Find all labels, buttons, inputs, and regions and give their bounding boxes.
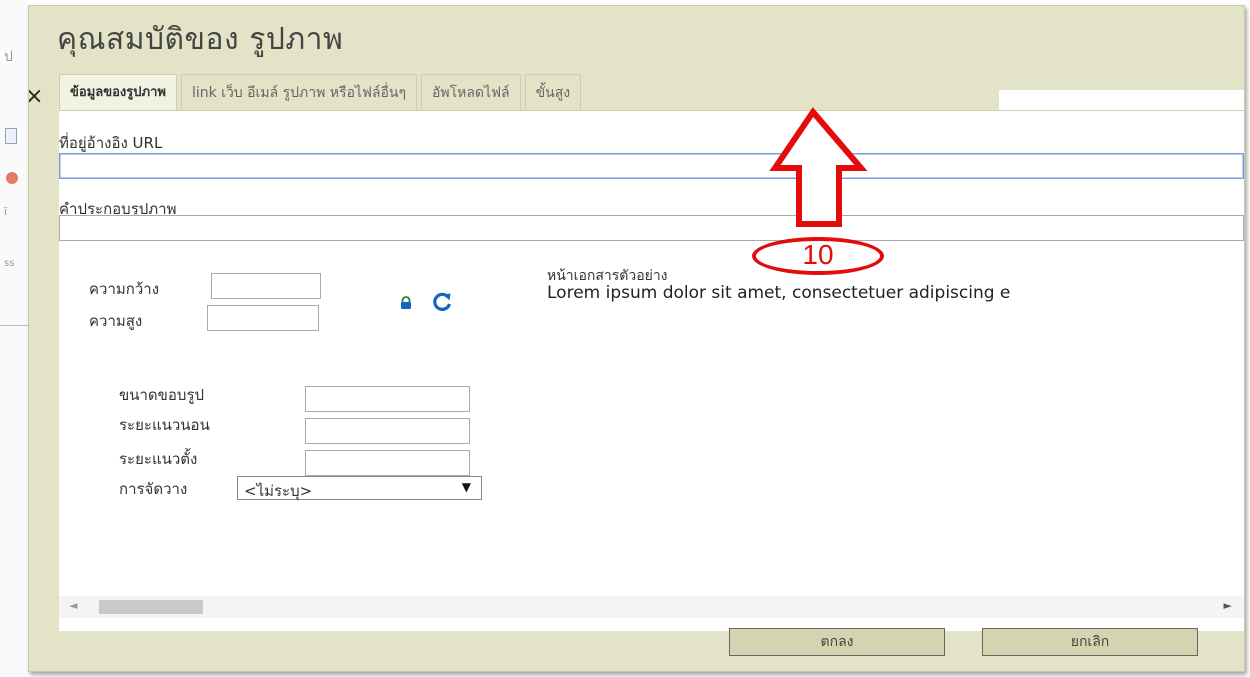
hspace-label: ระยะแนวนอน: [119, 416, 210, 434]
background-page: ป ss ï: [0, 0, 28, 677]
scroll-left-icon[interactable]: ◄: [69, 599, 77, 612]
horizontal-scrollbar[interactable]: ◄ ►: [59, 596, 1244, 618]
width-label: ความกว้าง: [89, 280, 160, 298]
annotation-step-marker: 10: [752, 237, 884, 275]
ok-button[interactable]: ตกลง: [729, 628, 945, 656]
border-label: ขนาดขอบรูป: [119, 386, 205, 404]
tab-panel-image-info: ที่อยู่อ้างอิง URL คำประกอบรูปภาพ ความกว…: [59, 110, 1244, 631]
refresh-icon[interactable]: [431, 291, 453, 313]
height-input[interactable]: [207, 305, 319, 331]
tab-upload[interactable]: อัพโหลดไฟล์: [420, 74, 521, 111]
tab-advanced[interactable]: ขั้นสูง: [524, 74, 582, 111]
align-select-value: <ไม่ระบุ>: [244, 482, 313, 500]
background-divider: [0, 325, 28, 326]
scroll-right-icon[interactable]: ►: [1224, 599, 1232, 612]
background-fragment: ป: [4, 49, 13, 65]
vspace-label: ระยะแนวตั้ง: [119, 450, 198, 468]
align-label: การจัดวาง: [119, 480, 188, 498]
border-input[interactable]: [305, 386, 470, 412]
url-label: ที่อยู่อ้างอิง URL: [59, 134, 163, 152]
height-label: ความสูง: [89, 312, 143, 330]
alt-text-input[interactable]: [59, 215, 1244, 241]
cancel-button[interactable]: ยกเลิก: [982, 628, 1198, 656]
close-icon[interactable]: ×: [29, 86, 47, 108]
image-artifact: [918, 303, 976, 329]
background-fragment: ï: [4, 205, 8, 218]
annotation-arrow-icon: [769, 107, 868, 227]
scroll-thumb[interactable]: [99, 600, 203, 614]
lock-icon[interactable]: [399, 296, 413, 310]
vspace-input[interactable]: [305, 450, 470, 476]
chevron-down-icon: ▼: [461, 480, 471, 494]
document-icon: [5, 128, 17, 144]
width-input[interactable]: [211, 273, 321, 299]
tab-link[interactable]: link เว็บ อีเมล์ รูปภาพ หรือไฟล์อื่นๆ: [180, 74, 417, 111]
image-properties-dialog: คุณสมบัติของ รูปภาพ × ข้อมูลของรูปภาพ li…: [28, 5, 1245, 672]
background-fragment: ss: [4, 258, 15, 269]
tab-strip-gap: [999, 90, 1244, 110]
tab-bar: ข้อมูลของรูปภาพ link เว็บ อีเมล์ รูปภาพ …: [59, 74, 585, 112]
align-select[interactable]: <ไม่ระบุ> ▼: [237, 476, 482, 500]
preview-text: Lorem ipsum dolor sit amet, consectetuer…: [547, 283, 1011, 303]
tab-image-info[interactable]: ข้อมูลของรูปภาพ: [59, 74, 177, 111]
record-icon: [6, 172, 18, 184]
dialog-title: คุณสมบัติของ รูปภาพ: [57, 22, 344, 57]
hspace-input[interactable]: [305, 418, 470, 444]
url-input[interactable]: [59, 153, 1244, 179]
